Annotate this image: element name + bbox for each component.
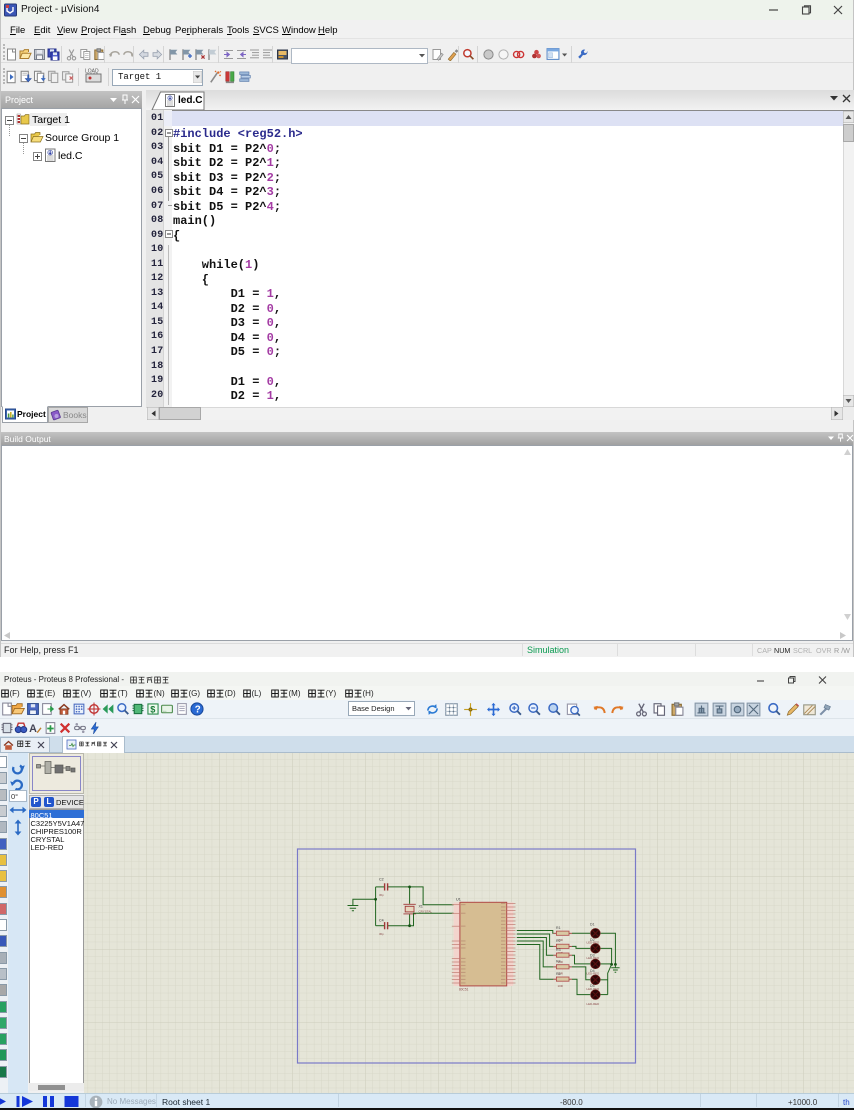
svg-text:D3: D3	[590, 953, 595, 957]
svg-text:30p: 30p	[379, 932, 384, 936]
svg-text:R4: R4	[556, 960, 561, 964]
svg-text:…: …	[163, 707, 166, 713]
svg-text:D5: D5	[590, 984, 595, 988]
svg-text:U1: U1	[456, 898, 461, 902]
svg-text:R3: R3	[556, 948, 561, 952]
svg-text:R2: R2	[556, 939, 561, 943]
svg-text:?: ?	[195, 705, 201, 716]
svg-text:D2: D2	[590, 938, 595, 942]
svg-text:A: A	[29, 723, 37, 735]
svg-text:X1: X1	[419, 905, 423, 909]
svg-text:D1: D1	[590, 923, 595, 927]
svg-text:$: $	[150, 704, 155, 714]
svg-text:80C51: 80C51	[459, 987, 469, 991]
svg-text:C2: C2	[379, 878, 384, 882]
svg-text:R5: R5	[556, 972, 561, 976]
svg-text:D4: D4	[590, 969, 595, 973]
svg-text:30p: 30p	[379, 893, 384, 897]
svg-text:CRYSTAL: CRYSTAL	[419, 909, 433, 913]
svg-text:10R: 10R	[558, 984, 563, 988]
svg-text:C4: C4	[379, 919, 384, 923]
svg-text:R1: R1	[556, 926, 561, 930]
svg-text:LED-RED: LED-RED	[587, 1002, 600, 1006]
